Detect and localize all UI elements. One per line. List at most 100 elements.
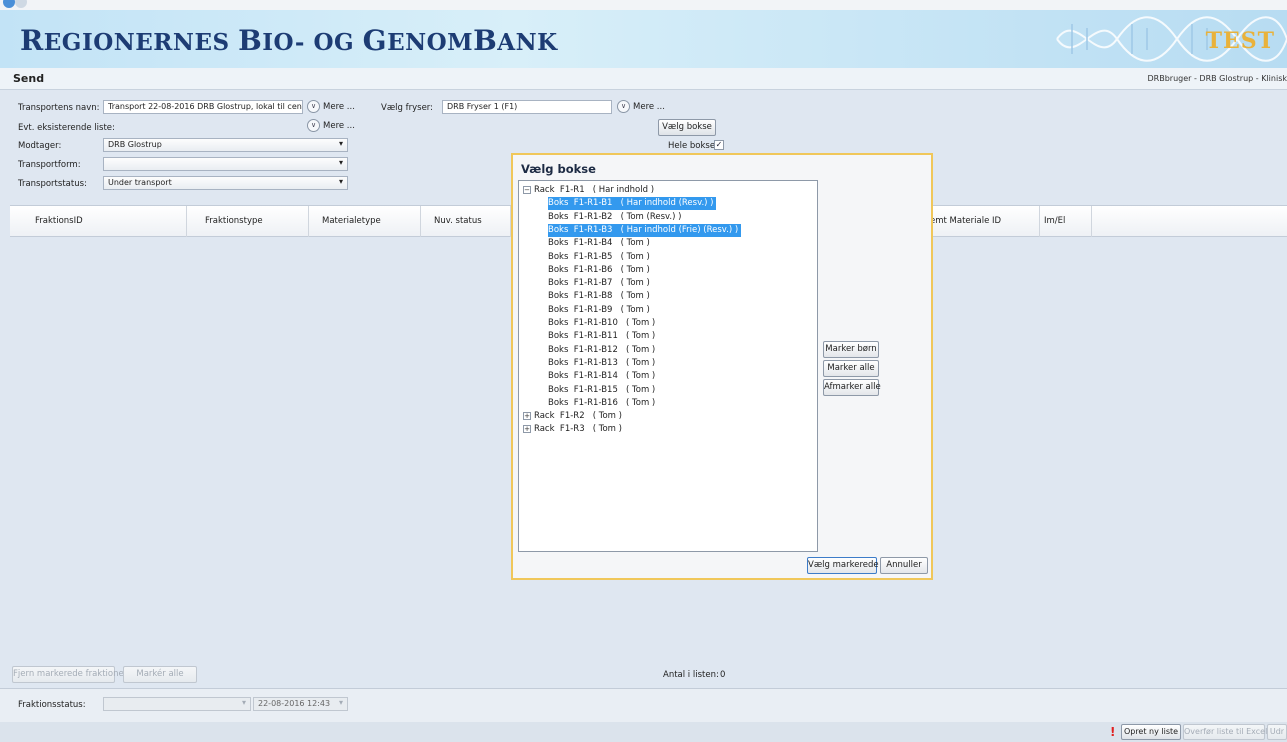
collapse-icon[interactable]: − xyxy=(523,185,531,194)
banner-title-part: EGIONERNES xyxy=(43,29,239,56)
column-header[interactable]: emt Materiale ID xyxy=(920,206,1040,237)
tree-node-label: Boks F1-R1-B4 ( Tom ) xyxy=(548,238,650,249)
cancel-button[interactable]: Annuller xyxy=(880,557,928,574)
existing-list-more-button[interactable]: ∨ Mere ... xyxy=(307,119,355,132)
tree-node-label: Boks F1-R1-B5 ( Tom ) xyxy=(548,251,650,262)
banner-title-part: ENOM xyxy=(387,29,474,56)
action-bar: ! Opret ny liste Overfør liste til Excel… xyxy=(0,722,1287,742)
banner-title-part: B xyxy=(238,24,263,57)
recipient-label: Modtager: xyxy=(18,141,62,151)
tree-node-label: Boks F1-R1-B1 ( Har indhold (Resv.) ) xyxy=(548,198,714,209)
tree-node-label: Boks F1-R1-B10 ( Tom ) xyxy=(548,318,656,328)
tree-box-node[interactable]: Boks F1-R1-B9 ( Tom ) xyxy=(548,304,650,317)
transport-name-more-button[interactable]: ∨ Mere ... xyxy=(307,100,355,113)
chevron-down-icon: ∨ xyxy=(307,119,320,132)
tree-node-label: Boks F1-R1-B13 ( Tom ) xyxy=(548,357,656,368)
user-info: DRBbruger - DRB Glostrup - Klinisk xyxy=(1147,74,1287,83)
dropdown-arrow-icon: ▾ xyxy=(338,177,343,186)
tree-node-label: Boks F1-R1-B3 ( Har indhold (Frie) (Resv… xyxy=(548,224,739,235)
transport-form-select[interactable]: ▾ xyxy=(103,157,348,171)
column-header[interactable]: Materialetype xyxy=(309,206,421,237)
freezer-label: Vælg fryser: xyxy=(381,103,434,113)
choose-marked-button[interactable]: Vælg markerede xyxy=(807,557,879,574)
tree-node-label: Boks F1-R1-B15 ( Tom ) xyxy=(548,384,656,395)
tree-box-node[interactable]: Boks F1-R1-B2 ( Tom (Resv.) ) xyxy=(548,211,681,224)
datetime-picker[interactable]: 22-08-2016 12:43 ▾ xyxy=(253,697,348,711)
tree-box-node[interactable]: Boks F1-R1-B7 ( Tom ) xyxy=(548,277,650,290)
mark-all-button[interactable]: Marker alle xyxy=(823,360,879,377)
tree-box-node[interactable]: Boks F1-R1-B13 ( Tom ) xyxy=(548,357,655,370)
chevron-down-icon: ∨ xyxy=(617,100,630,113)
tree-box-node[interactable]: Boks F1-R1-B1 ( Har indhold (Resv.) ) xyxy=(548,197,717,211)
export-excel-button[interactable]: Overfør liste til Excel xyxy=(1183,724,1267,740)
tree-box-node[interactable]: Boks F1-R1-B5 ( Tom ) xyxy=(548,251,650,264)
recipient-select[interactable]: DRB Glostrup ▾ xyxy=(103,138,348,152)
tree-box-node[interactable]: Boks F1-R1-B4 ( Tom ) xyxy=(548,237,650,250)
tree-node-label: Boks F1-R1-B2 ( Tom (Resv.) ) xyxy=(548,211,682,222)
column-header[interactable]: Nuv. status xyxy=(421,206,511,237)
fraction-status-bar: Fraktionsstatus: ▾ 22-08-2016 12:43 ▾ xyxy=(0,688,1287,722)
recipient-value: DRB Glostrup xyxy=(108,140,162,149)
expand-icon[interactable]: + xyxy=(523,411,531,420)
banner-title-part: B xyxy=(473,24,498,57)
list-count-label: Antal i listen: xyxy=(663,670,719,680)
mark-children-button[interactable]: Marker børn xyxy=(823,341,879,358)
fraction-status-select[interactable]: ▾ xyxy=(103,697,251,711)
tree-node-label: Boks F1-R1-B11 ( Tom ) xyxy=(548,331,656,342)
tree-node-label: Boks F1-R1-B12 ( Tom ) xyxy=(548,344,656,355)
extra-action-button[interactable]: Udr xyxy=(1267,724,1287,740)
header-banner: REGIONERNES BIO- OG GENOMBANK TEST xyxy=(0,10,1287,68)
mark-all-fractions-button[interactable]: Markér alle xyxy=(123,666,197,683)
transport-name-input[interactable]: Transport 22-08-2016 DRB Glostrup, lokal… xyxy=(103,100,303,114)
tree-rack-node[interactable]: + Rack F1-R2 ( Tom ) xyxy=(523,410,622,423)
column-header[interactable]: Fraktionstype xyxy=(187,206,309,237)
tree-rack-node[interactable]: + Rack F1-R3 ( Tom ) xyxy=(523,423,622,436)
tree-box-node[interactable]: Boks F1-R1-B10 ( Tom ) xyxy=(548,317,655,330)
freezer-input[interactable]: DRB Fryser 1 (F1) xyxy=(442,100,612,114)
tree-box-node[interactable]: Boks F1-R1-B15 ( Tom ) xyxy=(548,384,655,397)
banner-title: REGIONERNES BIO- OG GENOMBANK xyxy=(20,24,558,57)
tree-node-label: Rack F1-R2 ( Tom ) xyxy=(534,411,622,422)
tree-box-node[interactable]: Boks F1-R1-B3 ( Har indhold (Frie) (Resv… xyxy=(548,223,742,237)
datetime-value: 22-08-2016 12:43 xyxy=(258,699,331,708)
whole-boxes-checkbox[interactable]: ✓ xyxy=(714,140,724,150)
more-label: Mere ... xyxy=(323,101,355,112)
tree-node-label: Boks F1-R1-B14 ( Tom ) xyxy=(548,371,656,382)
more-label: Mere ... xyxy=(633,101,665,112)
banner-title-part: R xyxy=(20,24,44,57)
chevron-down-icon: ∨ xyxy=(307,100,320,113)
app-logo-icon xyxy=(3,0,15,8)
column-header[interactable]: FraktionsID xyxy=(10,206,187,237)
tree-node-label: Rack F1-R3 ( Tom ) xyxy=(534,424,622,435)
freezer-more-button[interactable]: ∨ Mere ... xyxy=(617,100,665,113)
tree-box-node[interactable]: Boks F1-R1-B6 ( Tom ) xyxy=(548,264,650,277)
dropdown-arrow-icon: ▾ xyxy=(241,698,246,707)
tree-box-node[interactable]: Boks F1-R1-B16 ( Tom ) xyxy=(548,397,655,410)
transport-form-label: Transportform: xyxy=(18,160,81,170)
whole-boxes-label: Hele bokse: xyxy=(668,141,718,151)
tree-node-label: Boks F1-R1-B6 ( Tom ) xyxy=(548,264,650,275)
create-new-list-button[interactable]: Opret ny liste xyxy=(1121,724,1181,740)
choose-box-button[interactable]: Vælg bokse xyxy=(658,119,716,136)
transport-status-label: Transportstatus: xyxy=(18,179,87,189)
choose-boxes-dialog: Vælg bokse − Rack F1-R1 ( Har indhold ) Bo… xyxy=(511,153,933,580)
app-logo-secondary-icon xyxy=(15,0,27,8)
tree-node-label: Boks F1-R1-B8 ( Tom ) xyxy=(548,291,650,302)
unmark-all-button[interactable]: Afmarker alle xyxy=(823,379,881,396)
existing-list-label: Evt. eksisterende liste: xyxy=(18,123,115,133)
tree-rack-node[interactable]: − Rack F1-R1 ( Har indhold ) xyxy=(523,184,654,197)
expand-icon[interactable]: + xyxy=(523,424,531,433)
tree-box-node[interactable]: Boks F1-R1-B11 ( Tom ) xyxy=(548,330,655,343)
box-tree[interactable]: − Rack F1-R1 ( Har indhold ) Boks F1-R1-B1… xyxy=(518,180,818,552)
transport-status-value: Under transport xyxy=(108,178,172,187)
tree-box-node[interactable]: Boks F1-R1-B14 ( Tom ) xyxy=(548,370,655,383)
list-count-value: 0 xyxy=(720,670,726,680)
remove-marked-fractions-button[interactable]: Fjern markerede fraktioner xyxy=(12,666,127,683)
column-header[interactable]: Im/El xyxy=(1040,206,1092,237)
transport-status-select[interactable]: Under transport ▾ xyxy=(103,176,348,190)
dialog-title: Vælg bokse xyxy=(521,162,596,176)
dropdown-arrow-icon: ▾ xyxy=(338,698,343,707)
tree-box-node[interactable]: Boks F1-R1-B8 ( Tom ) xyxy=(548,290,650,303)
page-title: Send xyxy=(13,72,45,85)
tree-box-node[interactable]: Boks F1-R1-B12 ( Tom ) xyxy=(548,344,655,357)
